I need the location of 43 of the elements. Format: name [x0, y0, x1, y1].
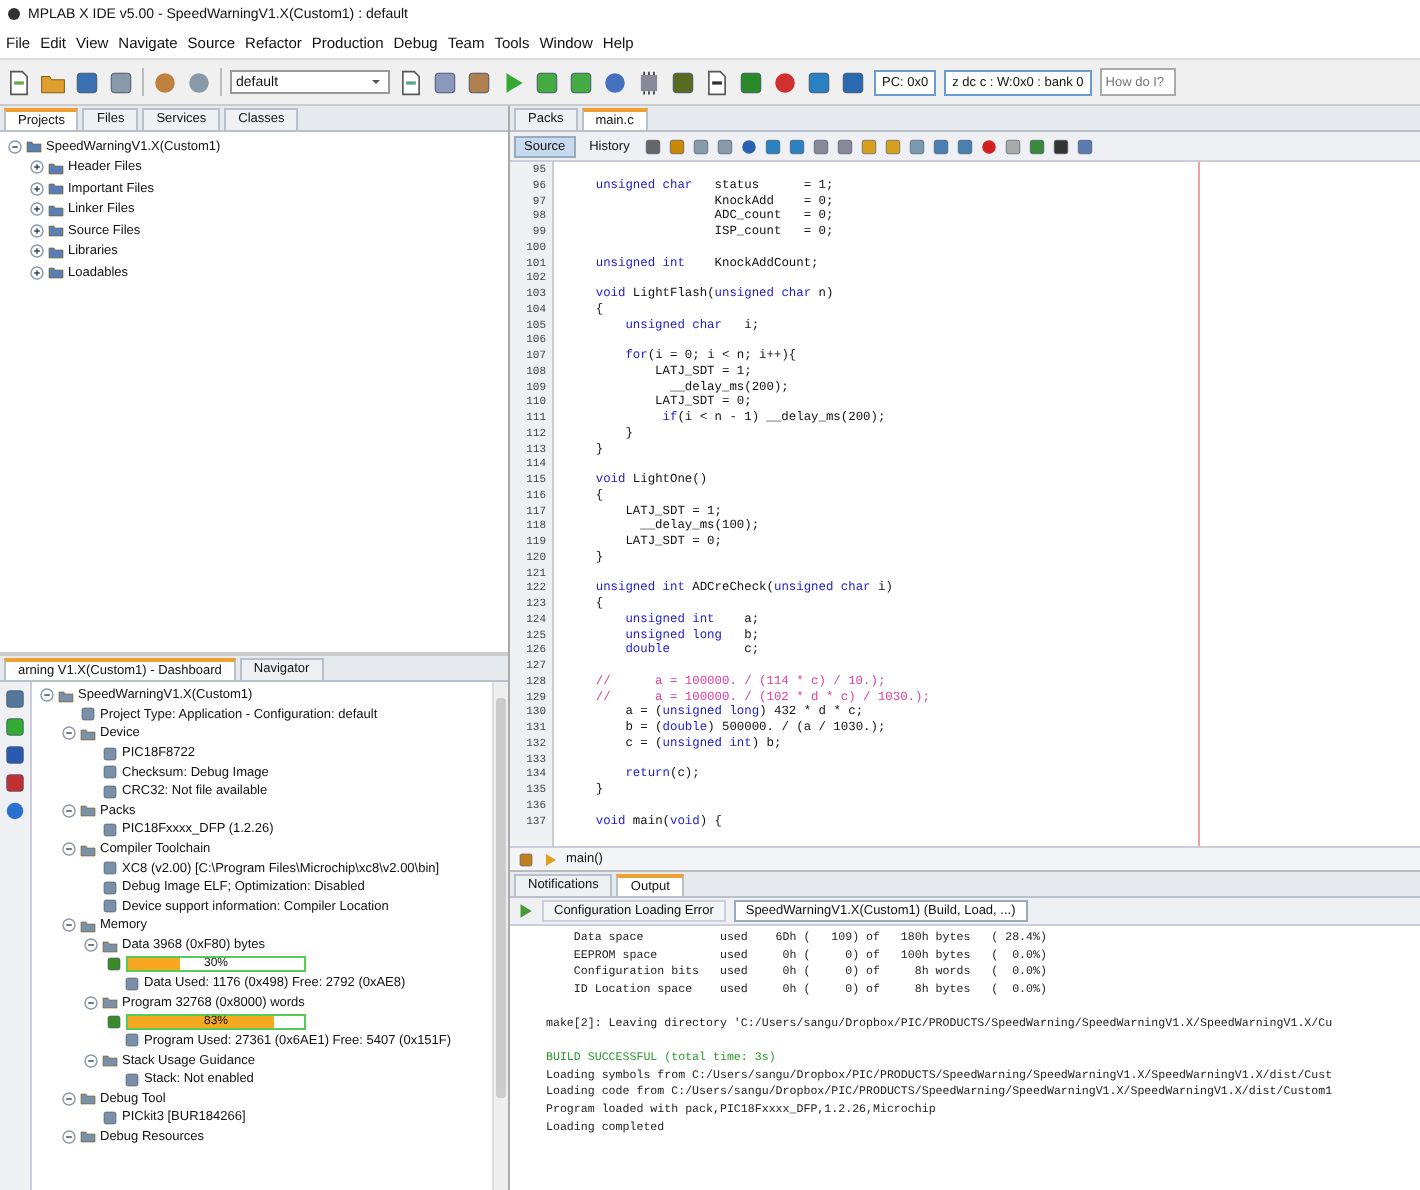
expand-toggle-icon[interactable] — [30, 160, 44, 175]
item-icon — [102, 1109, 118, 1126]
item-icon — [102, 821, 118, 838]
collapse-toggle-icon[interactable] — [84, 995, 98, 1010]
project-icon — [58, 687, 74, 704]
caret-icon — [368, 74, 384, 90]
collapse-toggle-icon[interactable] — [62, 1129, 76, 1144]
scrollbar[interactable] — [492, 682, 508, 1190]
item-icon — [124, 975, 140, 992]
record-icon[interactable] — [979, 137, 998, 155]
stop-icon[interactable] — [772, 69, 798, 95]
folder-icon — [80, 1128, 96, 1145]
expand-toggle-icon[interactable] — [30, 223, 44, 238]
item-icon — [124, 1032, 140, 1049]
save-icon[interactable] — [74, 69, 100, 95]
rerun-icon[interactable] — [516, 902, 534, 920]
collapse-toggle-icon[interactable] — [8, 139, 22, 154]
item-icon — [124, 1071, 140, 1088]
collapse-toggle-icon[interactable] — [62, 1091, 76, 1106]
collapse-toggle-icon[interactable] — [84, 1053, 98, 1068]
info-icon[interactable] — [4, 800, 26, 822]
folder-icon — [80, 841, 96, 858]
expand-toggle-icon[interactable] — [30, 244, 44, 259]
folder-icon — [80, 802, 96, 819]
project-icon — [26, 138, 42, 155]
folder-icon — [80, 725, 96, 742]
app-icon — [6, 6, 22, 22]
collapse-toggle-icon[interactable] — [62, 726, 76, 741]
warning-icon — [542, 851, 558, 867]
new-file-icon[interactable] — [6, 69, 32, 95]
expand-toggle-icon[interactable] — [30, 181, 44, 196]
folder-icon — [102, 994, 118, 1011]
collapse-toggle-icon[interactable] — [62, 803, 76, 818]
folder-icon — [102, 1052, 118, 1069]
item-icon — [80, 706, 96, 723]
expand-toggle-icon[interactable] — [30, 202, 44, 217]
collapse-toggle-icon[interactable] — [40, 688, 54, 703]
collapse-toggle-icon[interactable] — [62, 918, 76, 933]
collapse-toggle-icon[interactable] — [62, 842, 76, 857]
folder-icon — [80, 1090, 96, 1107]
scrollbar-thumb[interactable] — [496, 698, 506, 1098]
collapse-toggle-icon[interactable] — [84, 938, 98, 953]
expand-toggle-icon[interactable] — [30, 265, 44, 280]
